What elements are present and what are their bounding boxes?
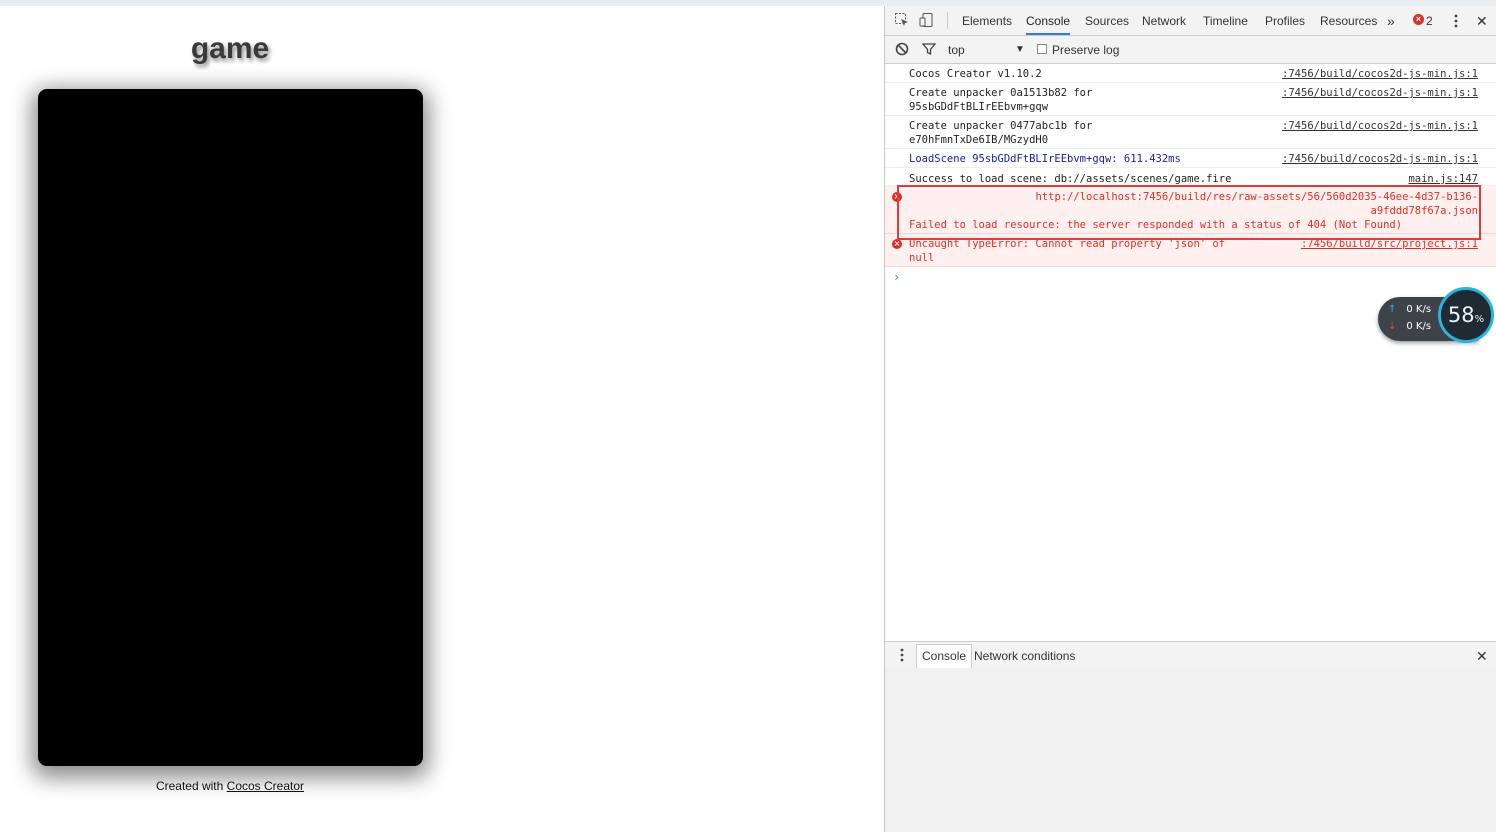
error-badge-icon[interactable]: × <box>1413 14 1424 25</box>
console-message: LoadScene 95sbGDdFtBLIrEEbvm+gqw: 611.43… <box>885 149 1496 168</box>
page-footer: Created with Cocos Creator <box>0 779 460 793</box>
context-selector[interactable]: top <box>948 36 965 65</box>
footer-text: Created with <box>155 779 227 793</box>
preserve-log-label: Preserve log <box>1052 43 1120 57</box>
page-title: game <box>190 32 270 65</box>
close-devtools-icon[interactable]: ✕ <box>1476 6 1488 35</box>
memory-usage-gauge[interactable]: 58% <box>1438 287 1494 343</box>
kebab-menu-icon[interactable] <box>1448 13 1464 29</box>
drawer-tab-network-conditions[interactable]: Network conditions <box>974 642 1075 671</box>
console-error-message: × Uncaught TypeError: Cannot read proper… <box>885 234 1496 267</box>
console-message: Create unpacker 0477abc1b for e70hFmnTxD… <box>885 116 1496 149</box>
upload-speed: ↑ 0 K/s <box>1388 304 1431 315</box>
message-source-link[interactable]: :7456/build/cocos2d-js-min.js:1 <box>1282 152 1478 166</box>
console-error-message: × http://localhost:7456/build/res/raw-as… <box>885 186 1496 234</box>
message-text: LoadScene 95sbGDdFtBLIrEEbvm+gqw: 611.43… <box>909 153 1181 165</box>
message-text: Create unpacker 0477abc1b for e70hFmnTxD… <box>909 120 1093 146</box>
error-count[interactable]: 2 <box>1426 6 1433 37</box>
toolbar-separator <box>947 12 948 29</box>
preserve-log-checkbox[interactable] <box>1037 44 1047 54</box>
drawer-toolbar: Console Network conditions ✕ <box>885 641 1496 670</box>
message-text: Cocos Creator v1.10.2 <box>909 68 1042 80</box>
download-arrow-icon: ↓ <box>1388 321 1397 332</box>
console-message: Cocos Creator v1.10.2 :7456/build/cocos2… <box>885 64 1496 83</box>
drawer-content <box>885 669 1496 832</box>
context-dropdown-icon[interactable]: ▼ <box>1015 36 1025 63</box>
devtools-panel: Elements Console Sources Network Timelin… <box>884 6 1496 832</box>
message-source-link[interactable]: :7456/build/cocos2d-js-min.js:1 <box>1282 119 1478 133</box>
error-resource-url[interactable]: http://localhost:7456/build/res/raw-asse… <box>1035 190 1478 218</box>
tab-profiles[interactable]: Profiles <box>1265 6 1305 35</box>
percent-sign: % <box>1474 314 1485 325</box>
console-prompt[interactable]: › <box>893 270 900 284</box>
upload-speed-value: 0 K/s <box>1406 304 1432 315</box>
tab-elements[interactable]: Elements <box>962 6 1012 35</box>
console-message: Create unpacker 0a1513b82 for 95sbGDdFtB… <box>885 83 1496 116</box>
upload-arrow-icon: ↑ <box>1388 304 1397 315</box>
message-text: Create unpacker 0a1513b82 for 95sbGDdFtB… <box>909 87 1093 113</box>
message-source-link[interactable]: main.js:147 <box>1408 172 1478 185</box>
message-source-link[interactable]: :7456/build/cocos2d-js-min.js:1 <box>1282 86 1478 100</box>
message-text: Failed to load resource: the server resp… <box>909 219 1403 231</box>
error-icon: × <box>892 192 902 202</box>
cocos-creator-link[interactable]: Cocos Creator <box>227 779 304 793</box>
console-message: Success to load scene: db://assets/scene… <box>885 168 1496 186</box>
message-text: Uncaught TypeError: Cannot read property… <box>909 238 1226 264</box>
more-tabs-icon[interactable]: » <box>1387 6 1395 35</box>
tab-sources[interactable]: Sources <box>1085 6 1129 35</box>
error-icon: × <box>892 239 902 249</box>
drawer-menu-icon[interactable] <box>894 647 910 663</box>
tab-console[interactable]: Console <box>1026 6 1071 35</box>
tab-resources[interactable]: Resources <box>1320 6 1377 35</box>
device-mode-icon[interactable] <box>919 12 935 28</box>
game-page: game Created with Cocos Creator <box>0 6 884 832</box>
game-canvas[interactable] <box>38 89 423 766</box>
message-text: Success to load scene: db://assets/scene… <box>909 173 1232 185</box>
download-speed: ↓ 0 K/s <box>1388 321 1431 332</box>
inspect-element-icon[interactable] <box>894 12 910 28</box>
devtools-toolbar: Elements Console Sources Network Timelin… <box>885 6 1496 36</box>
message-source-link[interactable]: :7456/build/cocos2d-js-min.js:1 <box>1282 67 1478 81</box>
message-source-link[interactable]: :7456/build/src/project.js:1 <box>1301 237 1478 251</box>
drawer-tab-console[interactable]: Console <box>916 644 973 668</box>
clear-console-icon[interactable] <box>894 41 910 57</box>
console-filter-bar: top ▼ Preserve log <box>885 36 1496 64</box>
download-speed-value: 0 K/s <box>1406 321 1432 332</box>
close-drawer-icon[interactable]: ✕ <box>1476 642 1488 671</box>
filter-icon[interactable] <box>921 41 937 57</box>
tab-network[interactable]: Network <box>1142 6 1186 35</box>
memory-percent: 58 <box>1447 303 1475 327</box>
console-output: Cocos Creator v1.10.2 :7456/build/cocos2… <box>885 64 1496 641</box>
tab-timeline[interactable]: Timeline <box>1203 6 1248 35</box>
